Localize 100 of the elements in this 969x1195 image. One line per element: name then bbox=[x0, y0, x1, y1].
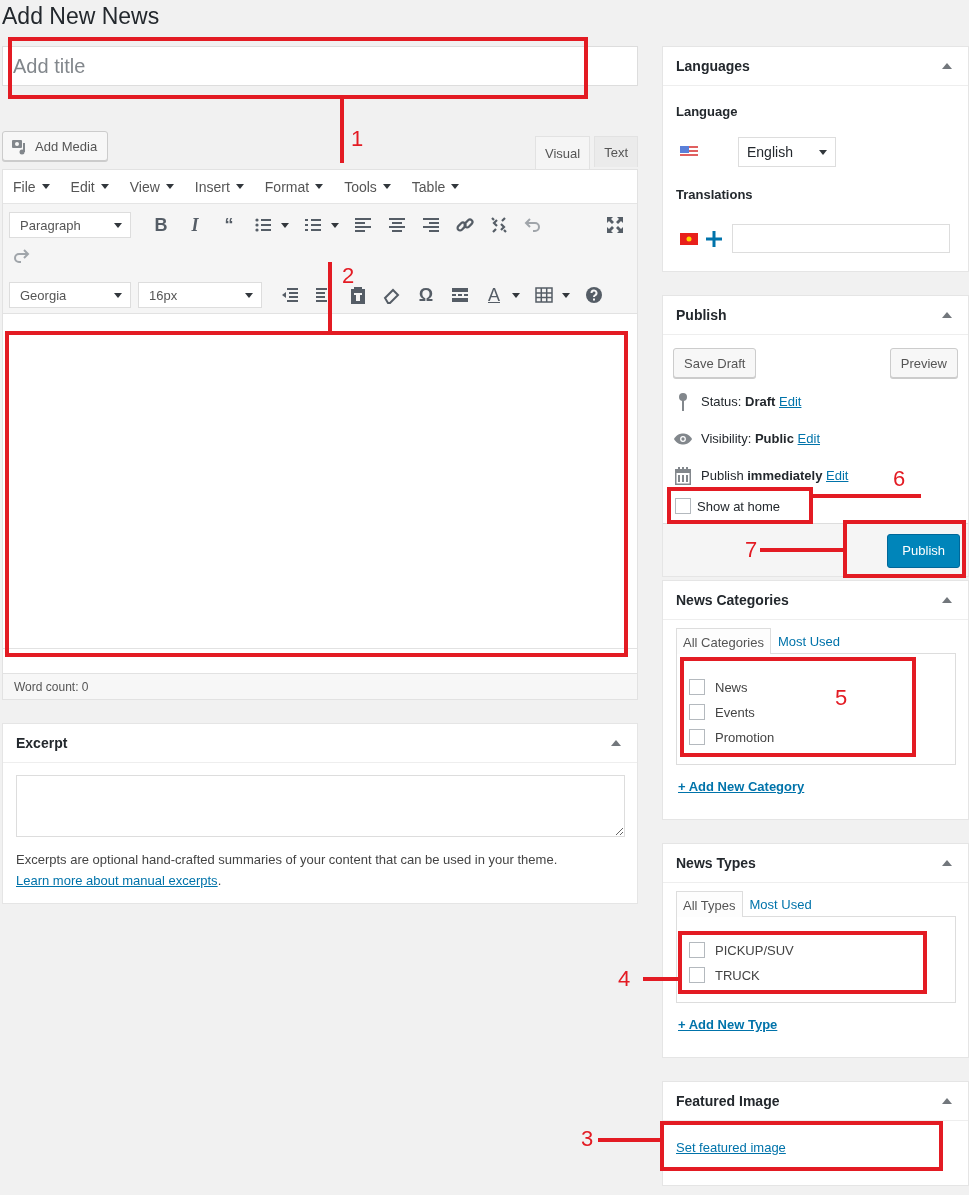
save-draft-button[interactable]: Save Draft bbox=[673, 348, 757, 378]
checkbox-label: News bbox=[715, 679, 748, 695]
excerpt-field[interactable] bbox=[16, 775, 625, 837]
editor-tab[interactable]: Visual bbox=[534, 136, 591, 169]
caret-icon bbox=[235, 184, 244, 189]
annotation-number: 5 bbox=[835, 686, 848, 710]
preview-button[interactable]: Preview bbox=[889, 348, 958, 378]
add-media-button[interactable]: Add Media bbox=[2, 131, 109, 161]
panel-title: Featured Image bbox=[676, 1093, 780, 1109]
annotation-number: 7 bbox=[745, 538, 758, 562]
checkbox[interactable] bbox=[689, 679, 705, 695]
caret-icon bbox=[562, 292, 570, 298]
calendar-icon bbox=[674, 465, 692, 486]
annotation-number: 6 bbox=[893, 467, 906, 491]
word-count: Word count: 0 bbox=[14, 679, 89, 694]
menu-item[interactable]: File bbox=[13, 178, 50, 195]
format-button[interactable]: “ bbox=[219, 214, 239, 236]
collapse-icon[interactable] bbox=[942, 312, 952, 318]
menu-item[interactable]: Tools bbox=[344, 178, 391, 195]
checkbox[interactable] bbox=[689, 729, 705, 745]
annotation-number: 1 bbox=[351, 127, 364, 151]
caret-icon bbox=[114, 292, 122, 298]
panel-title: News Categories bbox=[676, 592, 789, 608]
format-dropdown[interactable]: 16px bbox=[138, 282, 262, 308]
title-field[interactable]: Add title bbox=[2, 46, 638, 86]
learn-more-link[interactable]: Learn more about manual excerpts bbox=[16, 873, 218, 888]
flag-icon bbox=[680, 146, 698, 158]
edit-link[interactable]: Edit bbox=[779, 394, 802, 409]
text-color-button[interactable]: A bbox=[484, 284, 504, 306]
align-left-icon[interactable] bbox=[353, 215, 373, 235]
tab[interactable]: All Types bbox=[676, 891, 743, 917]
italic-button[interactable]: I bbox=[185, 214, 205, 236]
menu-item[interactable]: Edit bbox=[70, 178, 109, 195]
tab[interactable]: Most Used bbox=[770, 627, 848, 653]
publish-setting-text: Status: Draft Edit bbox=[701, 394, 802, 409]
collapse-icon[interactable] bbox=[942, 1098, 952, 1104]
annotation-number: 3 bbox=[581, 1127, 594, 1151]
help-icon[interactable] bbox=[584, 285, 604, 305]
excerpt-help-text: Excerpts are optional hand-crafted summaries of your content that can be used in your theme. Learn more about manual excerpts. bbox=[16, 851, 559, 890]
field-label: Translations bbox=[676, 187, 754, 203]
editor-tab[interactable]: Text bbox=[594, 136, 638, 167]
clipboard-icon[interactable] bbox=[348, 285, 368, 305]
add-link[interactable]: + Add New Type bbox=[678, 1017, 778, 1032]
panel-title: Publish bbox=[676, 307, 727, 323]
collapse-icon[interactable] bbox=[942, 860, 952, 866]
annotation-number: 2 bbox=[342, 264, 355, 288]
collapse-icon[interactable] bbox=[942, 63, 952, 69]
caret-icon bbox=[100, 184, 109, 189]
tab[interactable]: All Categories bbox=[676, 628, 771, 654]
outdent-icon[interactable] bbox=[280, 285, 300, 305]
format-dropdown[interactable]: Paragraph bbox=[9, 212, 131, 238]
panel-title: Languages bbox=[676, 58, 750, 74]
caret-icon bbox=[819, 149, 827, 155]
caret-icon bbox=[382, 184, 391, 189]
publish-setting-text: Visibility: Public Edit bbox=[701, 431, 820, 446]
caret-icon bbox=[315, 184, 324, 189]
translation-field[interactable] bbox=[732, 224, 950, 253]
caret-icon bbox=[165, 184, 174, 189]
unlink-icon[interactable] bbox=[489, 215, 509, 235]
annotation-number: 4 bbox=[618, 967, 631, 991]
table-icon[interactable] bbox=[534, 285, 554, 305]
publish-setting-text: Publish immediately Edit bbox=[701, 468, 849, 483]
checkbox-label: Show at home bbox=[697, 498, 781, 514]
add-link[interactable]: + Add New Category bbox=[678, 779, 805, 794]
checkbox-label: Events bbox=[715, 704, 755, 720]
menu-item[interactable]: Table bbox=[411, 178, 460, 195]
tab[interactable]: Most Used bbox=[742, 890, 819, 916]
plus-icon[interactable] bbox=[706, 230, 722, 247]
publish-button[interactable]: Publish bbox=[887, 533, 960, 568]
flag-icon bbox=[680, 232, 698, 245]
menu-item[interactable]: Format bbox=[264, 178, 324, 195]
align-center-icon[interactable] bbox=[387, 215, 407, 235]
fullscreen-icon[interactable] bbox=[605, 215, 625, 235]
checkbox[interactable] bbox=[675, 498, 691, 514]
page-break-icon[interactable] bbox=[450, 285, 470, 305]
format-button[interactable]: Ω bbox=[416, 284, 436, 306]
align-right-icon[interactable] bbox=[421, 215, 441, 235]
checkbox[interactable] bbox=[689, 967, 705, 983]
field-label: Language bbox=[676, 104, 739, 120]
language-dropdown[interactable]: English bbox=[738, 137, 836, 167]
page-title: Add New News bbox=[1, 2, 161, 31]
set-featured-image-link[interactable]: Set featured image bbox=[676, 1140, 786, 1155]
panel-title: Excerpt bbox=[16, 735, 68, 751]
format-button[interactable]: B bbox=[151, 214, 171, 236]
caret-icon bbox=[41, 184, 50, 189]
checkbox[interactable] bbox=[689, 704, 705, 720]
menu-item[interactable]: Insert bbox=[194, 178, 244, 195]
checkbox-label: Promotion bbox=[715, 729, 775, 745]
eye-icon bbox=[673, 431, 693, 446]
caret-icon bbox=[512, 292, 520, 298]
checkbox-label: TRUCK bbox=[715, 967, 760, 983]
edit-link[interactable]: Edit bbox=[797, 431, 820, 446]
format-dropdown[interactable]: Georgia bbox=[9, 282, 131, 308]
panel-title: News Types bbox=[676, 855, 756, 871]
checkbox[interactable] bbox=[689, 942, 705, 958]
collapse-icon[interactable] bbox=[611, 740, 621, 746]
caret-icon bbox=[114, 222, 122, 228]
menu-item[interactable]: View bbox=[129, 178, 174, 195]
collapse-icon[interactable] bbox=[942, 597, 952, 603]
edit-link[interactable]: Edit bbox=[826, 468, 849, 483]
